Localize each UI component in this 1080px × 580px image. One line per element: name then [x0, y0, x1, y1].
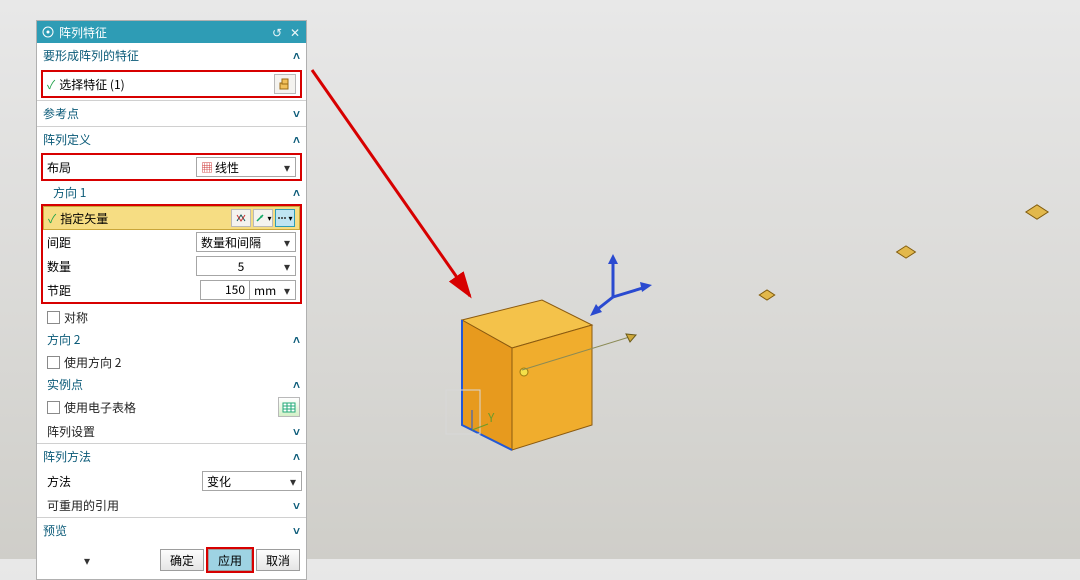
symmetric-checkbox[interactable] [47, 311, 60, 324]
check-icon: ✓ [47, 76, 55, 93]
direction1-group: ✓ 指定矢量 ▾ ▾ 间距 数量和间隔 ▾ 数量 5 [41, 204, 302, 304]
chevron-down-icon: ˅ [293, 497, 300, 514]
specify-vector-row[interactable]: ✓ 指定矢量 ▾ ▾ [43, 206, 300, 230]
symmetric-row[interactable]: 对称 [37, 305, 306, 329]
instance-points-header[interactable]: 实例点 ˄ [37, 374, 306, 395]
symmetric-label: 对称 [64, 309, 300, 326]
viewport-cube: Y [432, 270, 584, 450]
spreadsheet-button[interactable] [278, 397, 300, 417]
close-icon[interactable]: ✕ [288, 24, 302, 41]
chevron-down-icon: ▾ [281, 159, 293, 176]
svg-text:Y: Y [487, 409, 495, 426]
method-combo[interactable]: 变化 ▾ [202, 471, 302, 491]
pitch-label: 节距 [47, 282, 200, 299]
chevron-down-icon: ˅ [293, 105, 300, 122]
chevron-down-icon: ▾ [281, 234, 293, 251]
gear-icon [41, 25, 55, 39]
direction1-header[interactable]: 方向 1 ˄ [37, 182, 306, 203]
count-label: 数量 [47, 258, 196, 275]
layout-group: 布局 ▦ 线性 ▾ [41, 153, 302, 181]
section-features-header[interactable]: 要形成阵列的特征 ˄ [37, 43, 306, 68]
pattern-feature-panel: 阵列特征 ↺ ✕ 要形成阵列的特征 ˄ ✓ 选择特征 (1) 参考点 ˅ 阵列定… [36, 20, 307, 580]
ok-button[interactable]: 确定 [160, 549, 204, 571]
pattern-instance [896, 245, 917, 258]
pitch-unit-combo[interactable]: mm ▾ [250, 280, 296, 300]
chevron-down-icon: ▾ [287, 473, 299, 490]
select-feature-field[interactable]: ✓ 选择特征 (1) [41, 70, 302, 98]
dialog-button-bar: ▾ 确定 应用 取消 [37, 543, 306, 579]
chevron-up-icon: ˄ [293, 131, 300, 148]
use-direction2-row[interactable]: 使用方向 2 [37, 350, 306, 374]
chevron-down-icon: ˅ [293, 522, 300, 539]
expand-toggle[interactable]: ▾ [84, 552, 90, 569]
chevron-up-icon: ˄ [293, 376, 300, 393]
use-direction2-checkbox[interactable] [47, 356, 60, 369]
pattern-settings-header[interactable]: 阵列设置 ˅ [37, 419, 306, 443]
panel-titlebar[interactable]: 阵列特征 ↺ ✕ [37, 21, 306, 43]
spacing-label: 间距 [47, 234, 196, 251]
section-preview-header[interactable]: 预览 ˅ [37, 517, 306, 543]
vector-options-button[interactable]: ▾ [275, 209, 295, 227]
use-spreadsheet-row: 使用电子表格 [37, 395, 306, 419]
pattern-instance [1025, 204, 1049, 220]
use-direction2-label: 使用方向 2 [64, 354, 300, 371]
chevron-up-icon: ˄ [293, 448, 300, 465]
chevron-down-icon: ▾ [281, 258, 293, 275]
reusable-ref-header[interactable]: 可重用的引用 ˅ [37, 493, 306, 517]
layout-combo-icon: ▦ [201, 159, 213, 176]
chevron-up-icon: ˄ [293, 184, 300, 201]
chevron-up-icon: ˄ [293, 331, 300, 348]
layout-label: 布局 [47, 159, 196, 176]
chevron-down-icon: ˅ [293, 423, 300, 440]
use-spreadsheet-checkbox[interactable] [47, 401, 60, 414]
check-icon: ✓ [48, 210, 56, 227]
section-refpoint-header[interactable]: 参考点 ˅ [37, 100, 306, 126]
axis-triad [588, 252, 658, 326]
select-feature-button[interactable] [274, 74, 296, 94]
spacing-combo[interactable]: 数量和间隔 ▾ [196, 232, 296, 252]
select-feature-label: 选择特征 (1) [59, 76, 274, 93]
layout-combo[interactable]: ▦ 线性 ▾ [196, 157, 296, 177]
count-spinner[interactable]: 5 ▾ [196, 256, 296, 276]
method-label: 方法 [47, 473, 202, 490]
specify-vector-label: 指定矢量 [60, 210, 229, 227]
chevron-down-icon: ▾ [281, 282, 293, 299]
undo-icon[interactable]: ↺ [270, 24, 284, 41]
vector-reverse-button[interactable] [231, 209, 251, 227]
panel-title: 阵列特征 [59, 24, 266, 41]
use-spreadsheet-label: 使用电子表格 [64, 399, 278, 416]
cancel-button[interactable]: 取消 [256, 549, 300, 571]
section-method-header[interactable]: 阵列方法 ˄ [37, 443, 306, 469]
vector-pick-button[interactable]: ▾ [253, 209, 273, 227]
chevron-up-icon: ˄ [293, 47, 300, 64]
pattern-instance [758, 289, 775, 300]
pitch-input[interactable]: 150 [200, 280, 250, 300]
apply-highlight: 应用 [206, 547, 254, 573]
section-patterndef-header[interactable]: 阵列定义 ˄ [37, 126, 306, 152]
direction2-header[interactable]: 方向 2 ˄ [37, 329, 306, 350]
apply-button[interactable]: 应用 [208, 549, 252, 571]
